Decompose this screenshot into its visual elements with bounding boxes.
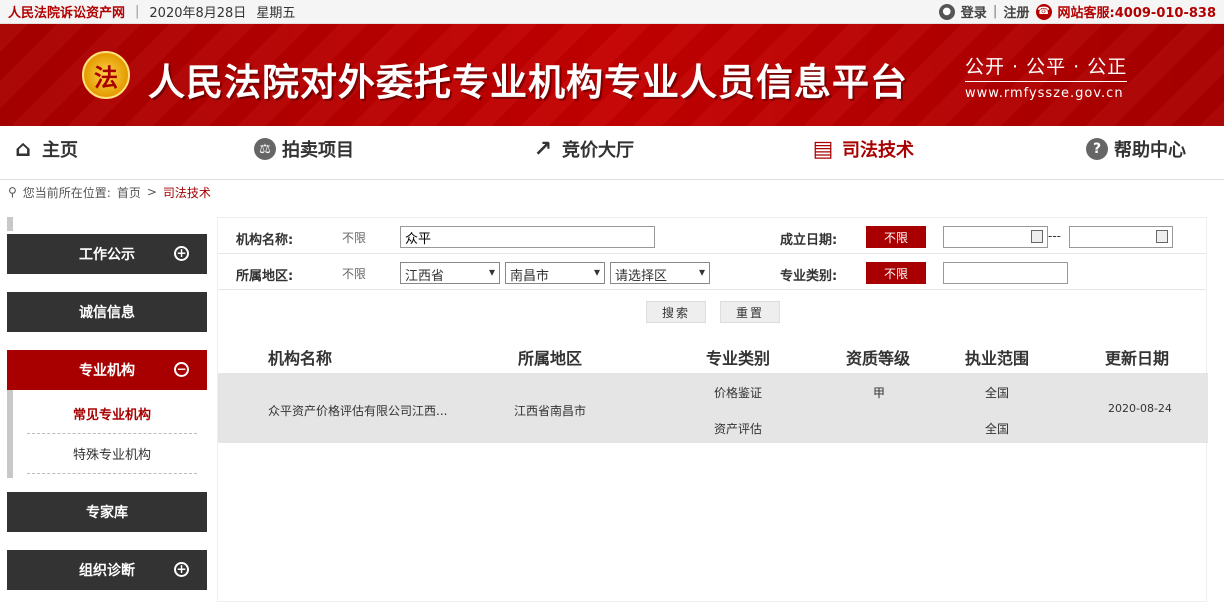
filter-row-region-category: 所属地区: 不限 江西省 南昌市 请选择区 专业类别: 不限 xyxy=(218,254,1206,290)
nav-label: 拍卖项目 xyxy=(282,140,354,161)
col-scope: 执业范围 xyxy=(965,349,1030,368)
weekday-text: 星期五 xyxy=(256,6,296,21)
sidebar-label: 专业机构 xyxy=(79,363,135,379)
search-button[interactable]: 搜索 xyxy=(646,301,706,323)
sidebar-label: 组织诊断 xyxy=(79,563,135,579)
service-phone: 网站客服:4009-010-838 xyxy=(1057,6,1216,21)
founded-date-label: 成立日期: xyxy=(780,233,838,248)
nav-label: 司法技术 xyxy=(842,140,914,161)
date-unlimited-tag[interactable]: 不限 xyxy=(866,226,926,248)
nav-bidding-hall[interactable]: ↗ 竞价大厅 xyxy=(530,136,634,162)
collapse-icon[interactable]: − xyxy=(174,362,189,377)
col-category: 专业类别 xyxy=(706,349,771,368)
city-select[interactable]: 南昌市 xyxy=(505,262,605,284)
start-date-field[interactable] xyxy=(943,226,1048,248)
sidebar-item-credit-info[interactable]: 诚信信息 xyxy=(7,292,207,332)
submenu-special-orgs[interactable]: 特殊专业机构 xyxy=(27,434,197,474)
main-content: 机构名称: 不限 成立日期: 不限 --- 所属地区: 不限 江西省 南昌市 请… xyxy=(217,217,1208,602)
end-date-field[interactable] xyxy=(1069,226,1173,248)
top-bar: 人民法院诉讼资产网 | 2020年8月28日 星期五 ● 登录 | 注册 ☎ 网… xyxy=(0,0,1224,24)
sidebar-label: 诚信信息 xyxy=(79,305,135,321)
col-updated: 更新日期 xyxy=(1105,349,1170,368)
district-select[interactable]: 请选择区 xyxy=(610,262,710,284)
divider: | xyxy=(135,4,140,19)
site-link[interactable]: 人民法院诉讼资产网 xyxy=(8,2,125,21)
sidebar-submenu: 常见专业机构 特殊专业机构 xyxy=(7,390,207,478)
cell-category: 价格鉴证 xyxy=(714,386,763,400)
calendar-icon[interactable] xyxy=(1156,230,1168,243)
cell-category: 资产评估 xyxy=(714,422,763,436)
category-unlimited-tag[interactable]: 不限 xyxy=(866,262,926,284)
reset-button[interactable]: 重置 xyxy=(720,301,780,323)
slogan-text: 公开 · 公平 · 公正 xyxy=(965,52,1128,82)
nav-judicial-tech[interactable]: ▤ 司法技术 xyxy=(810,136,914,162)
sidebar-label: 专家库 xyxy=(86,505,128,521)
nav-label: 竞价大厅 xyxy=(562,140,634,161)
register-link[interactable]: 注册 xyxy=(1004,2,1030,21)
submenu-common-orgs[interactable]: 常见专业机构 xyxy=(27,394,197,434)
sidebar-edge xyxy=(7,390,13,478)
header-banner: 法 人民法院对外委托专业机构专业人员信息平台 公开 · 公平 · 公正 www.… xyxy=(0,24,1224,126)
gavel-icon: ⚖ xyxy=(254,138,276,160)
divider: | xyxy=(992,4,998,19)
nav-help[interactable]: ? 帮助中心 xyxy=(1086,136,1186,162)
site-url: www.rmfyssze.gov.cn xyxy=(965,86,1124,101)
platform-title: 人民法院对外委托专业机构专业人员信息平台 xyxy=(148,61,908,104)
expand-icon[interactable]: + xyxy=(174,562,189,577)
chart-icon: ↗ xyxy=(533,136,553,162)
cell-scope: 全国 xyxy=(985,386,1010,400)
region-label: 所属地区: xyxy=(236,269,294,284)
nav-label: 主页 xyxy=(42,140,78,161)
cell-region: 江西省南昌市 xyxy=(514,404,587,418)
phone-icon: ☎ xyxy=(1035,3,1052,20)
main-nav: ⌂ 主页 ⚖ 拍卖项目 ↗ 竞价大厅 ▤ 司法技术 ? 帮助中心 xyxy=(0,126,1224,180)
nav-label: 帮助中心 xyxy=(1114,140,1186,161)
breadcrumb: ⚲ 您当前所在位置: 首页 > 司法技术 xyxy=(0,180,1224,204)
province-select[interactable]: 江西省 xyxy=(400,262,500,284)
table-header: 机构名称 所属地区 专业类别 资质等级 执业范围 更新日期 xyxy=(218,336,1208,372)
cell-updated: 2020-08-24 xyxy=(1108,402,1172,415)
date-separator: --- xyxy=(1048,229,1061,243)
location-pin-icon: ⚲ xyxy=(8,185,17,199)
breadcrumb-current: 司法技术 xyxy=(162,185,211,200)
sidebar-item-professional-orgs[interactable]: 专业机构 − xyxy=(7,350,207,390)
breadcrumb-separator: > xyxy=(146,185,157,199)
org-name-label: 机构名称: xyxy=(236,233,294,248)
sidebar-item-work-notice[interactable]: 工作公示 + xyxy=(7,234,207,274)
org-name-unlimited[interactable]: 不限 xyxy=(342,229,366,246)
table-row[interactable]: 众平资产价格评估有限公司江西... 江西省南昌市 价格鉴证 资产评估 甲 全国 … xyxy=(218,373,1208,443)
col-level: 资质等级 xyxy=(846,349,911,368)
nav-home[interactable]: ⌂ 主页 xyxy=(10,136,78,162)
cell-org-name[interactable]: 众平资产价格评估有限公司江西... xyxy=(268,402,447,419)
calendar-icon[interactable] xyxy=(1031,230,1043,243)
category-label: 专业类别: xyxy=(780,269,838,284)
help-icon: ? xyxy=(1086,138,1108,160)
user-icon: ● xyxy=(938,3,955,20)
category-input[interactable] xyxy=(943,262,1068,284)
cell-level: 甲 xyxy=(873,386,886,400)
col-org-name: 机构名称 xyxy=(268,349,333,368)
slogan-block: 公开 · 公平 · 公正 www.rmfyssze.gov.cn xyxy=(965,52,1128,101)
cell-scope: 全国 xyxy=(985,422,1010,436)
expand-icon[interactable]: + xyxy=(174,246,189,261)
breadcrumb-home[interactable]: 首页 xyxy=(117,184,141,201)
breadcrumb-prefix: 您当前所在位置: xyxy=(22,185,111,200)
col-region: 所属地区 xyxy=(518,349,583,368)
org-name-input[interactable] xyxy=(400,226,655,248)
date-text: 2020年8月28日 xyxy=(149,6,247,21)
sidebar-label: 工作公示 xyxy=(79,247,135,263)
sidebar-item-org-diagnosis[interactable]: 组织诊断 + xyxy=(7,550,207,590)
home-icon: ⌂ xyxy=(15,136,31,162)
sidebar-edge xyxy=(7,217,13,231)
sidebar: 工作公示 + 诚信信息 专业机构 − 常见专业机构 特殊专业机构 专家库 组织诊… xyxy=(7,217,207,608)
book-icon: ▤ xyxy=(812,136,834,162)
nav-auction[interactable]: ⚖ 拍卖项目 xyxy=(254,136,354,162)
filter-row-name-date: 机构名称: 不限 成立日期: 不限 --- xyxy=(218,218,1206,254)
login-link[interactable]: 登录 xyxy=(961,2,987,21)
sidebar-item-expert-pool[interactable]: 专家库 xyxy=(7,492,207,532)
court-emblem-logo: 法 xyxy=(82,51,130,99)
region-unlimited[interactable]: 不限 xyxy=(342,265,366,282)
